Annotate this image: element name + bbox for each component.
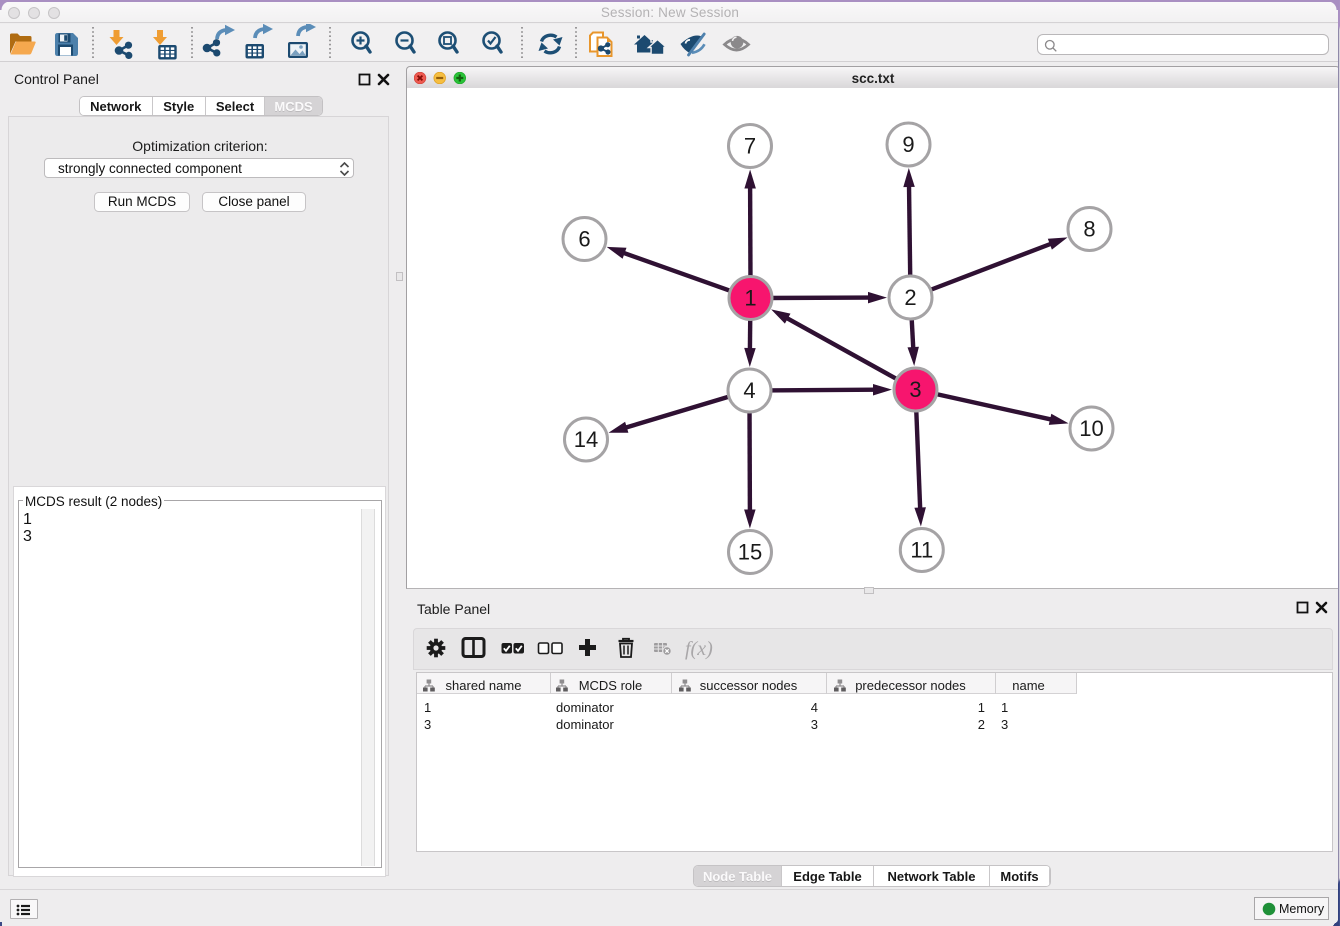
svg-text:f(x): f(x): [685, 638, 713, 660]
svg-text:14: 14: [574, 427, 598, 452]
svg-text:3: 3: [909, 377, 921, 402]
svg-text:1: 1: [744, 286, 756, 311]
svg-text:7: 7: [744, 134, 756, 159]
svg-text:15: 15: [738, 540, 762, 565]
svg-text:4: 4: [743, 378, 755, 403]
svg-text:10: 10: [1079, 416, 1103, 441]
svg-text:6: 6: [578, 227, 590, 252]
svg-text:2: 2: [904, 285, 916, 310]
svg-text:11: 11: [910, 538, 933, 563]
svg-text:9: 9: [902, 132, 914, 157]
svg-text:8: 8: [1083, 217, 1095, 242]
